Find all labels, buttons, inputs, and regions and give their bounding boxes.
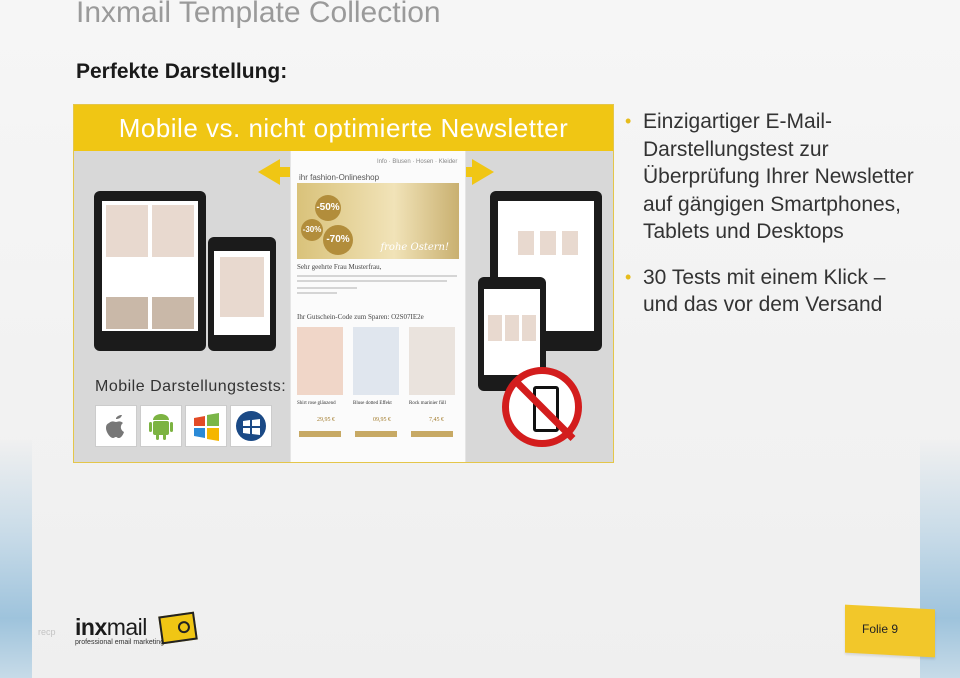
newsletter-hero: -50% -30% -70% frohe Ostern!	[297, 183, 459, 259]
logo-name-bold: inx	[75, 614, 107, 640]
product-price: 7,45 €	[429, 417, 444, 423]
newsletter-shop: ihr fashion-Onlineshop	[299, 173, 380, 182]
phone-tile	[505, 315, 519, 341]
product-image	[353, 327, 399, 395]
phone-screen-right	[484, 289, 540, 375]
hero-script: frohe Ostern!	[380, 242, 449, 253]
inxmail-logo: inxmail professional email marketing	[75, 614, 164, 646]
envelope-logo-icon	[158, 611, 198, 645]
discount-badge-2: -30%	[301, 219, 323, 241]
product-price: 29,95 €	[317, 417, 335, 423]
text-line	[297, 280, 447, 282]
text-line	[297, 292, 337, 294]
logo-tagline: professional email marketing	[75, 639, 165, 646]
phone-tile	[488, 315, 502, 341]
text-line	[297, 287, 357, 289]
discount-badge-3: -70%	[323, 225, 353, 255]
seal-icon	[177, 620, 191, 634]
bullet-text: 30 Tests mit einem Klick – und das vor d…	[643, 265, 886, 317]
bullet-dot-icon: •	[625, 111, 632, 131]
product-name: Rock marinier füll	[409, 401, 446, 406]
product-image	[297, 327, 343, 395]
bullet-item: • Einzigartiger E-Mail-Darstellungstest …	[625, 108, 915, 246]
left-decoration	[0, 440, 32, 678]
newsletter-preview: Info · Blusen · Hosen · Kleider ihr fash…	[290, 151, 466, 462]
windows-icon	[185, 405, 227, 447]
product-price: 09,95 €	[373, 417, 391, 423]
discount-badge-1: -50%	[315, 195, 341, 221]
slide-number: Folie 9	[862, 622, 899, 636]
phone-tile	[522, 315, 536, 341]
logo-name: inxmail	[75, 614, 164, 641]
product-name: Shirt rose glänzend	[297, 401, 336, 406]
tablet-tile	[518, 231, 534, 255]
product-button	[355, 431, 397, 437]
mobile-tests-label: Mobile Darstellungstests:	[95, 378, 287, 395]
android-icon	[140, 405, 182, 447]
no-phone-icon	[502, 367, 582, 447]
promo-image: Mobile vs. nicht optimierte Newsletter M…	[73, 104, 614, 463]
tablet-screen	[102, 201, 198, 331]
newsletter-nav: Info · Blusen · Hosen · Kleider	[377, 159, 458, 165]
product-button	[299, 431, 341, 437]
product-button	[411, 431, 453, 437]
newsletter-coupon: Ihr Gutschein-Code zum Sparen: O2S07IE2e	[297, 313, 424, 321]
windows-phone-icon	[230, 405, 272, 447]
bullet-dot-icon: •	[625, 266, 632, 287]
slide-title: Inxmail Template Collection	[76, 0, 441, 29]
tablet-tile	[152, 297, 194, 329]
phone-device	[208, 237, 276, 351]
newsletter-greeting: Sehr geehrte Frau Musterfrau,	[297, 263, 382, 271]
phone-screen	[214, 251, 270, 335]
apple-icon	[95, 405, 137, 447]
bullet-list: • Einzigartiger E-Mail-Darstellungstest …	[625, 108, 915, 337]
tablet-tile	[152, 205, 194, 257]
arrow-right-icon	[472, 159, 494, 185]
tablet-tile	[540, 231, 556, 255]
arrow-left-icon	[258, 159, 280, 185]
tablet-device	[94, 191, 206, 351]
product-name: Bluse dotted Effekt	[353, 401, 392, 406]
slide: Inxmail Template Collection Perfekte Dar…	[0, 0, 960, 678]
text-line	[297, 275, 457, 277]
footer-watermark: recp	[38, 627, 56, 637]
tablet-tile	[562, 231, 578, 255]
product-image	[409, 327, 455, 395]
phone-tile	[220, 257, 264, 317]
slide-subtitle: Perfekte Darstellung:	[76, 60, 288, 83]
tablet-tile	[106, 205, 148, 257]
tablet-tile	[106, 297, 148, 329]
promo-banner: Mobile vs. nicht optimierte Newsletter	[74, 105, 613, 151]
bullet-text: Einzigartiger E-Mail-Darstellungstest zu…	[643, 110, 914, 243]
logo-name-regular: mail	[106, 614, 148, 640]
bullet-item: • 30 Tests mit einem Klick – und das vor…	[625, 264, 915, 319]
